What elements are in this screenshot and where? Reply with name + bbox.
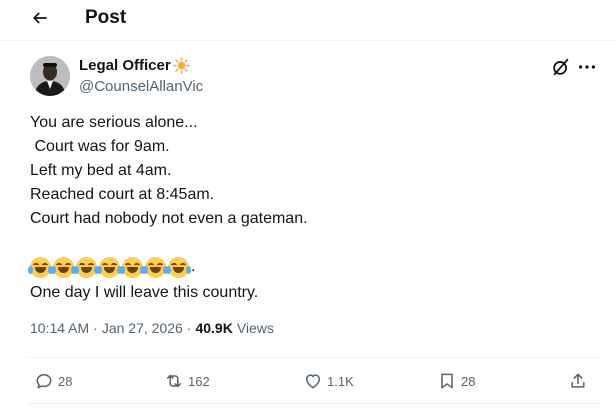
share-icon: [571, 373, 585, 388]
avatar-image: [30, 56, 70, 96]
tweet-text-line: Court had nobody not even a gateman.: [30, 210, 308, 227]
post-time[interactable]: 10:14 AM: [30, 320, 89, 336]
heart-icon: [306, 374, 320, 389]
repost-icon: [167, 374, 181, 388]
meta-separator: ·: [93, 320, 98, 336]
actions-divider: [28, 403, 600, 404]
avatar[interactable]: [30, 56, 70, 96]
author-name-text: Legal Officer: [79, 57, 171, 74]
bookmark-count: 28: [461, 373, 476, 389]
repost-count: 162: [188, 373, 210, 389]
arrow-left-icon: [32, 12, 47, 24]
more-icon: [578, 65, 596, 69]
tweet-closing-line: One day I will leave this country.: [30, 284, 259, 301]
grok-button[interactable]: [550, 56, 572, 78]
sun-icon: [172, 57, 190, 74]
tweet-text-line: Reached court at 8:45am.: [30, 186, 215, 203]
emoji-row: .: [28, 256, 196, 278]
tweet-text-line: Court was for 9am.: [30, 138, 170, 155]
like-count: 1.1K: [327, 373, 354, 389]
share-button[interactable]: [568, 370, 588, 392]
tweet-text-line: Left my bed at 4am.: [30, 162, 172, 179]
post-date[interactable]: Jan 27, 2026: [102, 320, 183, 336]
back-button[interactable]: [24, 4, 56, 32]
views-count[interactable]: 40.9K: [195, 320, 232, 336]
laughing-tears-emoji: [120, 256, 145, 278]
meta-separator: ·: [186, 320, 192, 336]
repost-button[interactable]: 162: [164, 370, 210, 392]
reply-icon: [36, 374, 52, 389]
laughing-tears-emoji: [166, 256, 191, 278]
laughing-tears-emoji: [143, 256, 168, 278]
reply-count: 28: [58, 373, 73, 389]
bookmark-icon: [441, 373, 453, 389]
author-handle[interactable]: @CounselAllanVic: [79, 78, 203, 95]
author-name[interactable]: Legal Officer: [79, 57, 190, 74]
laughing-tears-emoji: [97, 256, 122, 278]
meta-divider: [28, 357, 600, 358]
laughing-tears-emoji: [74, 256, 99, 278]
reply-button[interactable]: 28: [34, 370, 72, 392]
laughing-tears-emoji: [51, 256, 76, 278]
emoji-suffix: .: [191, 258, 196, 275]
like-button[interactable]: 1.1K: [303, 370, 354, 392]
views-label: Views: [236, 320, 274, 336]
header-divider: [0, 40, 616, 41]
top-bar: Post: [0, 0, 616, 40]
tweet-text-line: You are serious alone...: [30, 114, 198, 131]
grok-icon: [553, 58, 569, 76]
laughing-tears-emoji: [28, 256, 53, 278]
page-title: Post: [85, 7, 127, 28]
more-options-button[interactable]: [576, 56, 598, 78]
post-meta: 10:14 AM · Jan 27, 2026 · 40.9K Views: [30, 320, 274, 336]
bookmark-button[interactable]: 28: [437, 370, 475, 392]
